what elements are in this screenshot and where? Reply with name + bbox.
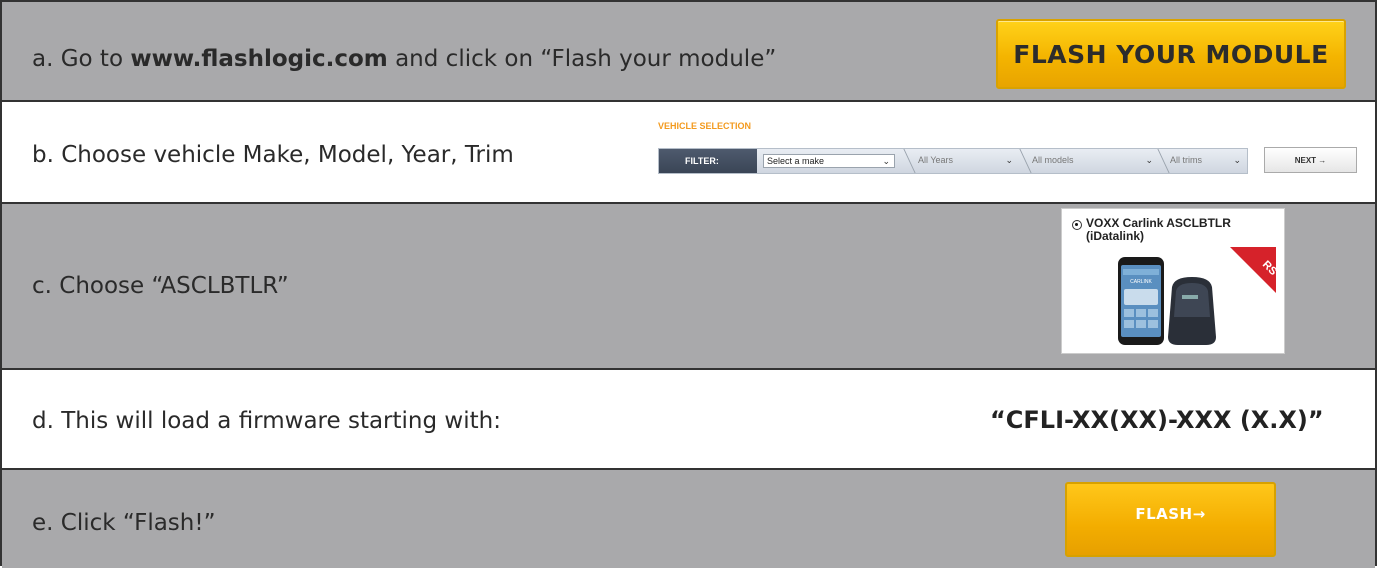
step-c-row: c. Choose “ASCLBTLR” VOXX Carlink ASCLBT… [2,204,1375,370]
trim-select-value: All trims [1170,155,1202,165]
flash-button[interactable]: FLASH→ [1065,482,1276,557]
step-b-text: b. Choose vehicle Make, Model, Year, Tri… [32,142,514,168]
trim-select[interactable]: All trims ⌄ [1167,154,1245,168]
separator-arrow-icon [893,149,916,173]
instructions-table: a. Go to www.flashlogic.com and click on… [0,0,1377,568]
model-select-value: All models [1032,155,1074,165]
step-a-suffix: and click on “Flash your module” [387,46,777,72]
firmware-code: “CFLI-XX(XX)-XXX (X.X)” [990,406,1324,434]
filter-bar: FILTER: Select a make ⌄ All Years ⌄ All mo… [658,148,1248,174]
flashlogic-link[interactable]: www.flashlogic.com [130,46,387,72]
step-a-text: a. Go to www.flashlogic.com and click on… [32,46,776,72]
chevron-down-icon: ⌄ [1233,155,1241,165]
next-button[interactable]: NEXT → [1264,147,1357,173]
step-e-text: e. Click “Flash!” [32,510,216,536]
step-a-prefix: a. Go to [32,46,131,72]
product-radio[interactable] [1072,220,1082,230]
step-d-text: d. This will load a firmware starting wi… [32,408,501,434]
step-d-row: d. This will load a firmware starting wi… [2,370,1375,470]
year-select[interactable]: All Years ⌄ [915,154,1017,168]
make-select-value: Select a make [767,156,825,166]
flash-your-module-button[interactable]: FLASH YOUR MODULE [996,19,1346,89]
product-card[interactable]: VOXX Carlink ASCLBTLR (iDatalink) RS CAR… [1061,208,1285,354]
model-select[interactable]: All models ⌄ [1029,154,1157,168]
step-c-text: c. Choose “ASCLBTLR” [32,273,289,299]
step-b-row: b. Choose vehicle Make, Model, Year, Tri… [2,102,1375,204]
product-image: RS CARLINK [1070,247,1276,347]
step-a-row: a. Go to www.flashlogic.com and click on… [2,2,1375,102]
year-select-value: All Years [918,155,954,165]
phone-screen-label: CARLINK [1130,279,1152,285]
make-select[interactable]: Select a make ⌄ [763,154,895,168]
chevron-down-icon: ⌄ [882,156,890,166]
product-name: VOXX Carlink ASCLBTLR (iDatalink) [1086,216,1231,243]
vehicle-selection-title: VEHICLE SELECTION [658,121,752,131]
step-e-row: e. Click “Flash!” FLASH→ [2,470,1375,568]
filter-label: FILTER: [659,149,757,173]
